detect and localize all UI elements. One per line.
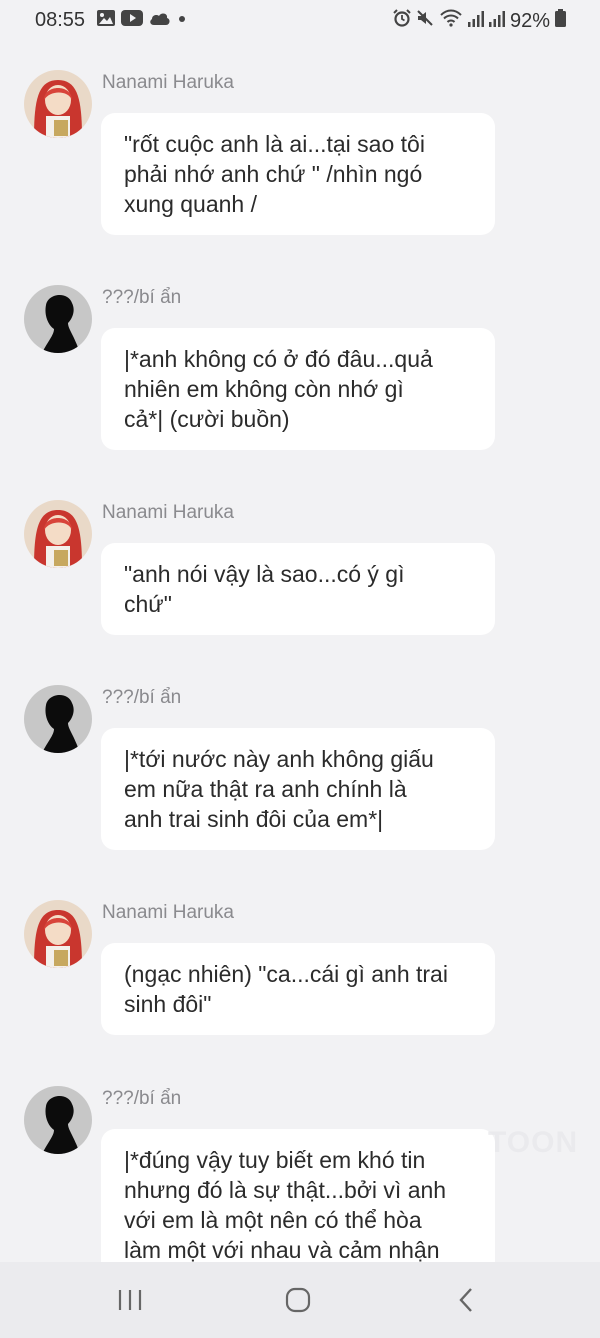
status-left-icons	[97, 9, 187, 31]
sender-name: ???/bí ẩn	[102, 287, 182, 308]
mystery-avatar[interactable]	[24, 285, 92, 353]
home-button[interactable]	[278, 1284, 318, 1316]
message-bubble: "anh nói vậy là sao...có ý gì chứ"	[101, 543, 495, 635]
battery-level: 92%	[509, 9, 550, 32]
cloud-icon	[149, 11, 171, 30]
sender-name: Nanami Haruka	[102, 902, 234, 923]
watermark-text: TOON	[488, 1126, 579, 1159]
mystery-avatar[interactable]	[24, 685, 92, 753]
home-icon	[285, 1287, 311, 1313]
nanami-avatar[interactable]	[24, 70, 92, 138]
alarm-icon	[393, 9, 411, 33]
status-time: 08:55	[35, 9, 86, 31]
nanami-avatar[interactable]	[24, 900, 92, 968]
status-right: 92%	[393, 9, 566, 33]
back-icon	[459, 1288, 472, 1312]
message-bubble: |*tới nước này anh không giấu em nữa thậ…	[101, 728, 495, 850]
sender-name: ???/bí ẩn	[102, 687, 182, 708]
wifi-icon	[439, 9, 463, 33]
gallery-icon	[97, 9, 115, 31]
battery-icon	[555, 9, 566, 33]
youtube-icon	[121, 9, 143, 31]
mystery-avatar[interactable]	[24, 1086, 92, 1154]
message-bubble: (ngạc nhiên) "ca...cái gì anh trai sinh …	[101, 943, 495, 1035]
dot-icon	[177, 11, 187, 29]
sender-name: Nanami Haruka	[102, 502, 234, 523]
back-button[interactable]	[446, 1284, 486, 1316]
mute-icon	[416, 9, 434, 33]
navigation-bar	[0, 1262, 600, 1338]
signal-icon	[467, 10, 484, 33]
recent-apps-icon	[118, 1290, 142, 1310]
nanami-avatar[interactable]	[24, 500, 92, 568]
message-bubble: "rốt cuộc anh là ai...tại sao tôi phải n…	[101, 113, 495, 235]
signal-icon	[488, 10, 505, 33]
sender-name: ???/bí ẩn	[102, 1088, 182, 1109]
sender-name: Nanami Haruka	[102, 72, 234, 93]
recent-apps-button[interactable]	[110, 1284, 150, 1316]
status-bar: 08:55 92%	[0, 0, 600, 40]
message-bubble: |*anh không có ở đó đâu...quả nhiên em k…	[101, 328, 495, 450]
watermark: TOON	[360, 1118, 579, 1166]
